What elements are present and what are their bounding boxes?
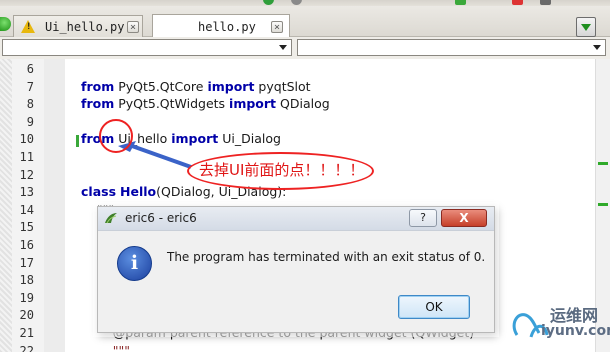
information-icon: i [117, 246, 152, 281]
help-button[interactable]: ? [409, 209, 437, 227]
message-dialog: eric6 - eric6 ? X i The program has term… [97, 206, 495, 333]
dialog-title: eric6 - eric6 [125, 211, 197, 225]
watermark-url: iyunv.com [541, 323, 610, 339]
annotation-text: 去掉UI前面的点！！！！ [199, 161, 365, 179]
highlight-circle [99, 119, 133, 153]
dialog-message: The program has terminated with an exit … [167, 250, 486, 264]
eric-logo-icon [105, 213, 117, 224]
dialog-titlebar: eric6 - eric6 ? X [98, 207, 494, 231]
close-button[interactable]: X [441, 209, 487, 227]
ide-window: ! Ui_hello.py × hello.py × 6 7 from PyQt5.… [0, 0, 610, 352]
ok-button[interactable]: OK [398, 295, 470, 319]
